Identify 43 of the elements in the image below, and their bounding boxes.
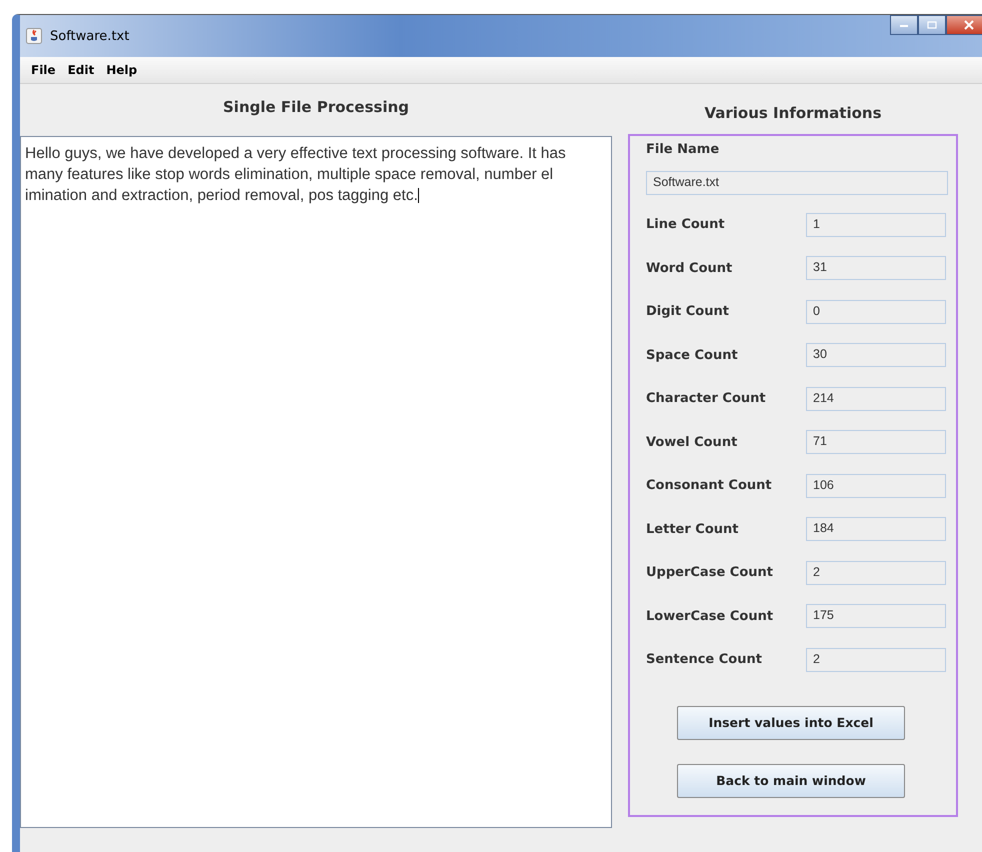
file-name-field[interactable]: Software.txt — [646, 171, 948, 195]
value-field[interactable]: 31 — [806, 256, 946, 280]
value-field[interactable]: 71 — [806, 430, 946, 454]
maximize-button[interactable] — [918, 15, 946, 35]
text-cursor — [418, 188, 419, 203]
window-title: Software.txt — [50, 28, 130, 44]
text-line: imination and extraction, period removal, pos tagging etc. — [25, 186, 418, 206]
app-icon — [26, 28, 42, 44]
close-icon — [964, 20, 974, 30]
text-line: Hello guys, we have developed a very effective text processing software. It has — [25, 144, 566, 164]
action-button[interactable]: Back to main window — [677, 764, 905, 798]
field-label: Vowel Count — [646, 434, 738, 450]
field-label: Character Count — [646, 391, 766, 406]
menu-item[interactable]: Edit — [62, 61, 100, 79]
minimize-button[interactable] — [890, 15, 918, 35]
field-label: Sentence Count — [646, 652, 762, 668]
value-field[interactable]: 0 — [806, 300, 946, 324]
text-line: many features like stop words elimination, multiple space removal, number el — [25, 165, 554, 185]
field-label: Line Count — [646, 217, 725, 232]
panel-heading: Various Informations — [703, 103, 883, 124]
field-label: UpperCase Count — [646, 565, 773, 580]
value-field[interactable]: 2 — [806, 648, 946, 672]
value-field[interactable]: 106 — [806, 474, 946, 498]
field-label: Word Count — [646, 260, 732, 276]
value-field[interactable]: 184 — [806, 517, 946, 542]
close-button[interactable] — [946, 15, 982, 35]
value-field[interactable]: 1 — [806, 212, 946, 237]
value-field[interactable]: 2 — [806, 560, 946, 585]
field-label: Letter Count — [646, 522, 738, 537]
menu-item[interactable]: Help — [101, 61, 142, 79]
minimize-icon — [899, 22, 909, 28]
field-label: LowerCase Count — [646, 608, 774, 624]
menu-item[interactable]: File — [26, 61, 61, 79]
field-label: Digit Count — [646, 304, 729, 320]
value-field[interactable]: 175 — [806, 604, 946, 628]
field-label: Space Count — [646, 348, 738, 363]
value-field[interactable]: 214 — [806, 386, 946, 411]
value-field[interactable]: 30 — [806, 343, 946, 368]
panel-heading: Single File Processing — [222, 97, 410, 118]
action-button[interactable]: Insert values into Excel — [677, 706, 905, 740]
field-label: Consonant Count — [646, 478, 772, 494]
field-label: File Name — [646, 142, 720, 157]
maximize-icon — [927, 21, 937, 29]
